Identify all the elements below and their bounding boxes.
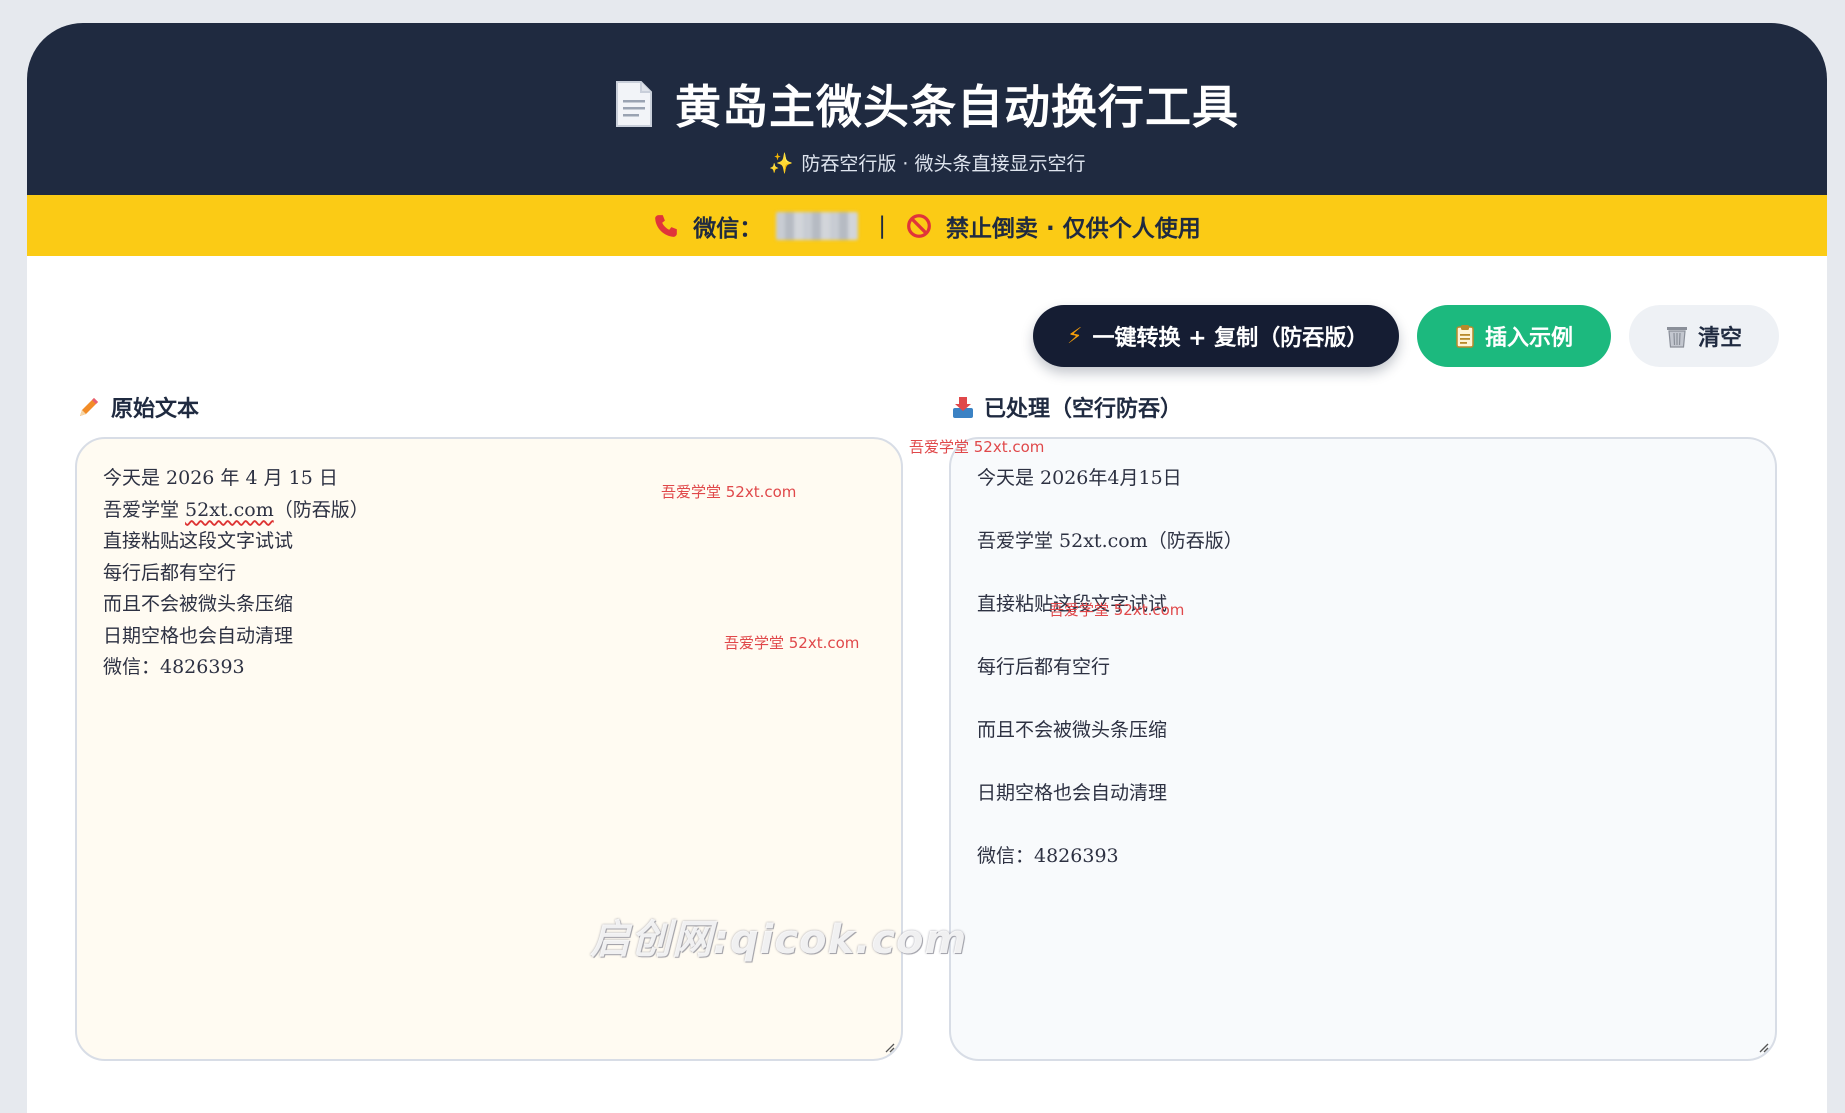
page-title: 黄岛主微头条自动换行工具 [675,80,1239,134]
input-line: 每行后都有空行 [103,561,237,584]
output-label-text: 已处理（空行防吞） [984,397,1183,422]
toolbar: ⚡ 一键转换 + 复制（防吞版） 插入示例 清空 [1033,305,1779,367]
output-line: 每行后都有空行 [977,656,1111,678]
spellcheck-link-text: 52xt.com [185,498,274,521]
output-line: 今天是 2026年4月15日 [977,467,1182,489]
output-line: 日期空格也会自动清理 [977,782,1168,804]
output-line: 而且不会被微头条压缩 [977,719,1168,741]
clipboard-icon [1456,325,1474,348]
app-card: 黄岛主微头条自动换行工具 ✨ 防吞空行版 · 微头条直接显示空行 微信： | 禁… [27,23,1827,1113]
subtitle: ✨ 防吞空行版 · 微头条直接显示空行 [768,149,1085,176]
banner-notice: 禁止倒卖 · 仅供个人使用 [945,215,1201,242]
sparkle-icon: ✨ [768,150,794,175]
inbox-tray-icon [953,397,973,418]
output-textarea[interactable]: 今天是 2026年4月15日 吾爱学堂 52xt.com（防吞版） 直接粘贴这段… [949,437,1777,1061]
insert-example-button[interactable]: 插入示例 [1417,305,1611,367]
trash-icon [1666,327,1687,348]
watermark-text: 吾爱学堂 52xt.com [1049,601,1185,619]
watermark-text: 吾爱学堂 52xt.com [724,634,860,652]
subtitle-text: 防吞空行版 · 微头条直接显示空行 [801,153,1086,175]
input-panel-label: 原始文本 [77,391,199,423]
convert-copy-button[interactable]: ⚡ 一键转换 + 复制（防吞版） [1033,305,1399,367]
prohibited-icon [907,213,931,238]
input-label-text: 原始文本 [111,397,200,422]
convert-button-label: 一键转换 + 复制（防吞版） [1092,326,1369,351]
watermark-text: 吾爱学堂 52xt.com [909,438,1045,456]
input-line: 而且不会被微头条压缩 [103,593,294,615]
document-icon [616,81,652,127]
example-button-label: 插入示例 [1484,326,1573,351]
input-line: 微信：4826393 [103,656,245,678]
contact-banner: 微信： | 禁止倒卖 · 仅供个人使用 [27,195,1827,256]
title-row: 黄岛主微头条自动换行工具 [615,71,1239,137]
resize-handle-icon[interactable] [1757,1041,1769,1053]
wechat-label: 微信： [693,215,763,242]
resize-handle-icon[interactable] [883,1041,895,1053]
output-line: 吾爱学堂 52xt.com（防吞版） [977,530,1243,552]
phone-icon [655,214,678,237]
input-line-text: 吾爱学堂 [103,498,186,521]
input-textarea[interactable]: 今天是 2026 年 4 月 15 日 吾爱学堂 52xt.com（防吞版） 直… [75,437,903,1061]
output-panel-label: 已处理（空行防吞） [952,391,1182,423]
clear-button[interactable]: 清空 [1629,305,1779,367]
clear-button-label: 清空 [1697,326,1742,351]
watermark-logo-text: 启创网:qicok.com [590,917,968,963]
header: 黄岛主微头条自动换行工具 ✨ 防吞空行版 · 微头条直接显示空行 [27,23,1827,195]
wechat-id-redacted [776,211,859,240]
input-line-text: （防吞版） [273,498,369,521]
output-line: 微信：4826393 [977,845,1119,867]
input-line: 直接粘贴这段文字试试 [103,530,294,552]
watermark-text: 吾爱学堂 52xt.com [661,483,797,501]
pencil-icon [80,398,98,416]
banner-separator: | [878,212,886,239]
lightning-icon: ⚡ [1067,323,1083,349]
